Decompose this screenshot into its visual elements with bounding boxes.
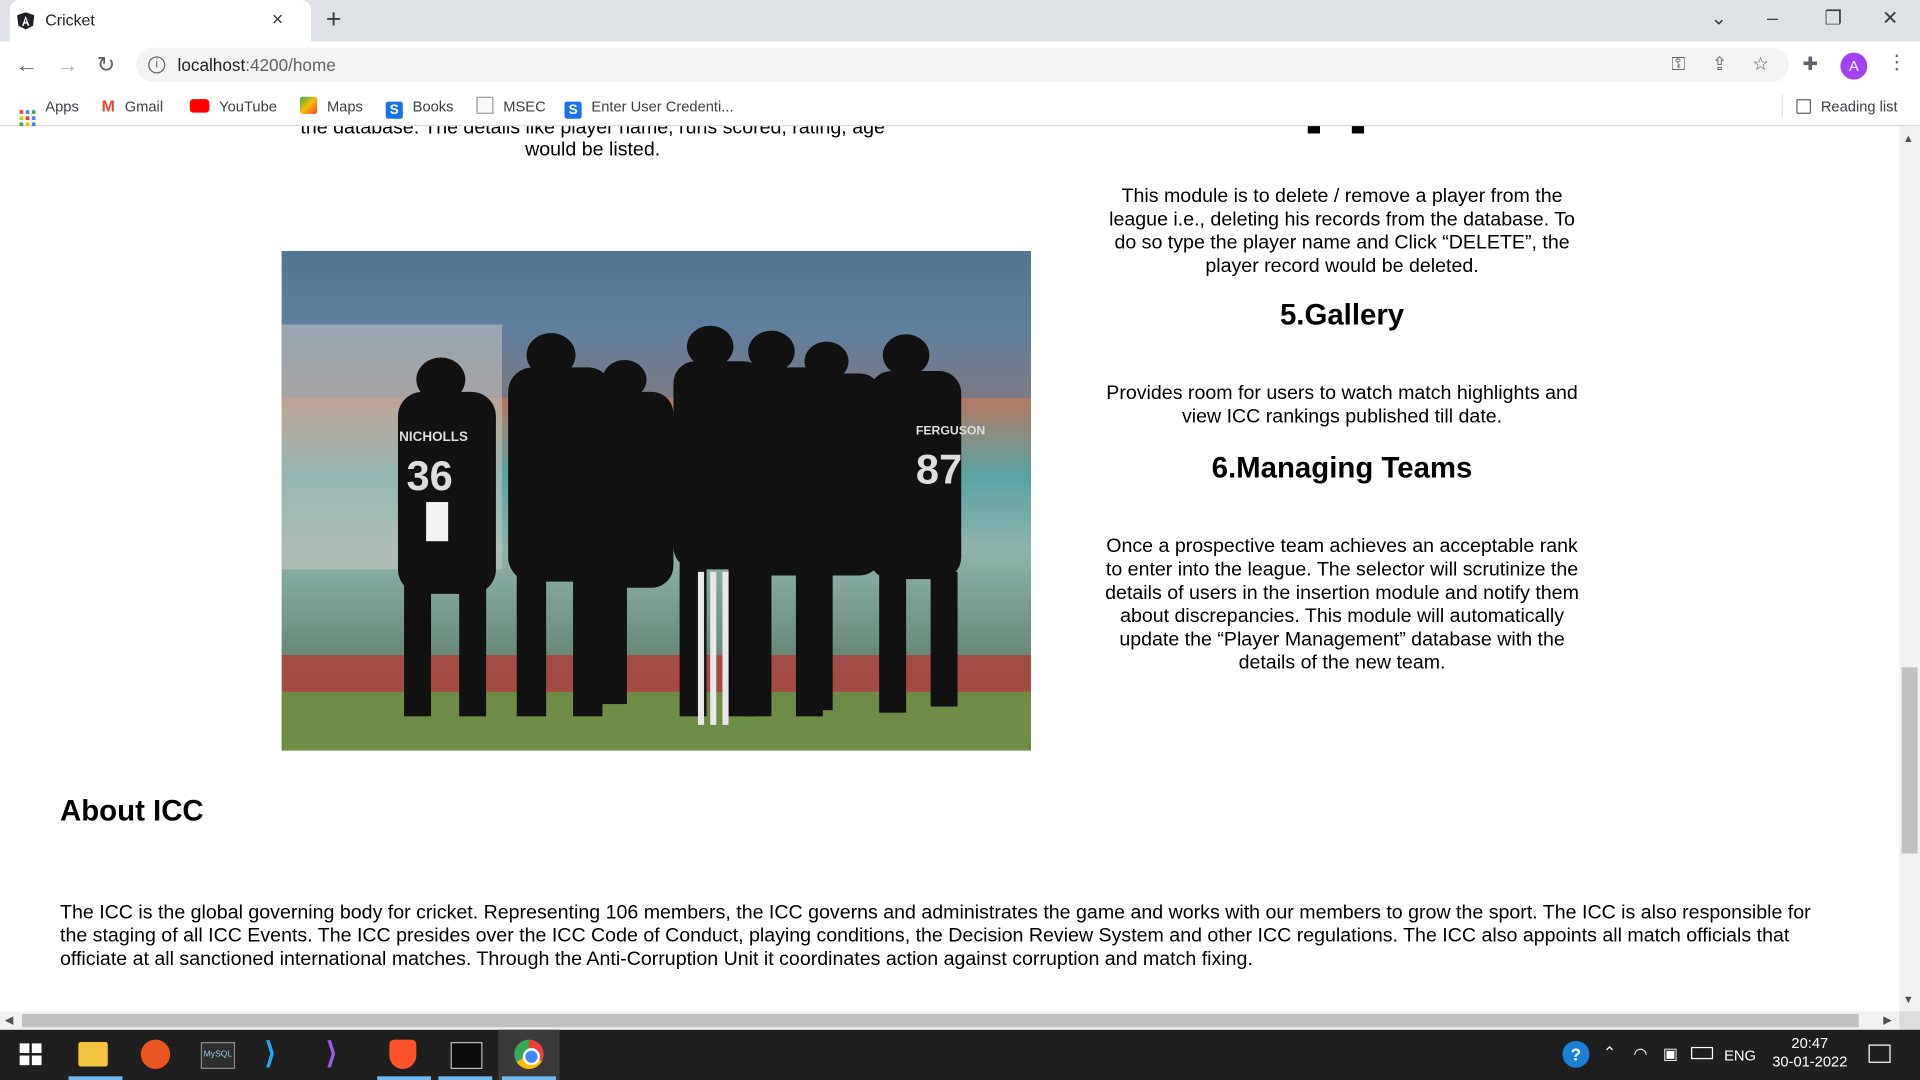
brave-active-indicator bbox=[377, 1076, 432, 1080]
key-icon[interactable]: ⚿ bbox=[1671, 54, 1685, 76]
cutoff-heading-fragment bbox=[1307, 126, 1321, 134]
scroll-left-arrow-icon[interactable]: ◀ bbox=[5, 1014, 13, 1026]
chrome-menu-icon[interactable]: ⋮ bbox=[1887, 51, 1907, 75]
tab-search-chevron-icon[interactable]: ⌄ bbox=[1711, 7, 1727, 31]
jersey-number-36: 36 bbox=[407, 452, 453, 499]
scroll-down-arrow-icon[interactable]: ▼ bbox=[1903, 993, 1914, 1005]
share-icon[interactable]: ⇪ bbox=[1712, 54, 1727, 76]
vertical-scroll-thumb[interactable] bbox=[1901, 667, 1918, 854]
clock-date: 30-01-2022 bbox=[1772, 1053, 1848, 1071]
ubuntu-icon[interactable] bbox=[140, 1039, 171, 1069]
terminal-active-indicator bbox=[438, 1076, 493, 1080]
horizontal-scroll-thumb[interactable] bbox=[22, 1013, 1859, 1028]
managing-teams-heading: 6.Managing Teams bbox=[1211, 451, 1473, 485]
bookmark-credentials-label[interactable]: S Enter User Credenti... bbox=[564, 97, 734, 119]
tab-close-icon[interactable]: × bbox=[272, 10, 283, 32]
visual-studio-icon[interactable]: ⟩ bbox=[326, 1039, 355, 1069]
vscode-icon[interactable]: ⟩ bbox=[264, 1039, 293, 1069]
mysql-workbench-icon[interactable]: MySQL bbox=[200, 1042, 236, 1069]
apps-grid-icon bbox=[19, 110, 36, 127]
reading-list-label[interactable]: Reading list bbox=[1796, 97, 1898, 117]
brave-browser-icon[interactable] bbox=[389, 1039, 417, 1069]
help-icon[interactable]: ? bbox=[1562, 1040, 1590, 1068]
reading-list-icon bbox=[1796, 99, 1812, 114]
bookmark-apps-label[interactable]: Apps bbox=[19, 97, 79, 127]
bookmark-msec-label[interactable]: MSEC bbox=[476, 96, 546, 117]
file-explorer-active-indicator bbox=[68, 1076, 123, 1080]
bookmark-maps-label[interactable]: Maps bbox=[300, 96, 363, 117]
gallery-paragraph: Provides room for users to watch match h… bbox=[1106, 383, 1578, 428]
listing-paragraph-tail: would be listed. bbox=[525, 139, 661, 161]
battery-icon[interactable] bbox=[1691, 1046, 1714, 1060]
chrome-icon-center bbox=[522, 1048, 541, 1066]
file-explorer-icon[interactable] bbox=[78, 1042, 108, 1067]
youtube-icon bbox=[189, 99, 210, 113]
msec-page-icon bbox=[476, 96, 494, 114]
credentials-s-icon: S bbox=[564, 101, 582, 119]
chrome-active-indicator bbox=[502, 1076, 556, 1080]
reload-icon[interactable]: ↻ bbox=[97, 53, 115, 77]
wifi-icon[interactable]: ◠ bbox=[1633, 1044, 1647, 1064]
books-s-icon: S bbox=[385, 101, 403, 119]
profile-avatar[interactable]: A bbox=[1840, 52, 1868, 80]
bookmarks-divider-2 bbox=[1781, 94, 1783, 117]
forward-icon[interactable]: → bbox=[56, 53, 78, 77]
close-window-icon[interactable]: ✕ bbox=[1882, 7, 1898, 31]
language-indicator[interactable]: ENG bbox=[1724, 1047, 1756, 1064]
tray-chevron-up-icon[interactable]: ⌃ bbox=[1603, 1043, 1616, 1063]
address-bar[interactable] bbox=[135, 47, 1789, 83]
site-info-icon[interactable]: i bbox=[148, 56, 166, 74]
angular-favicon-icon bbox=[17, 12, 35, 30]
scrollbar-corner bbox=[1899, 1011, 1920, 1030]
new-tab-icon[interactable]: + bbox=[326, 6, 342, 33]
bookmark-books-label[interactable]: S Books bbox=[385, 97, 454, 119]
bookmarks-bar-cover bbox=[0, 88, 1920, 127]
gmail-icon: M bbox=[101, 96, 115, 116]
cricket-team-photo: NICHOLLS 36 FERGUSON 87 bbox=[281, 251, 1032, 751]
jersey-number-87: 87 bbox=[916, 446, 962, 493]
bookmarks-bar-border bbox=[0, 124, 1920, 127]
minimize-icon[interactable]: – bbox=[1767, 7, 1778, 31]
bookmark-star-icon[interactable]: ☆ bbox=[1752, 54, 1768, 76]
jersey-name-nicholls: NICHOLLS bbox=[399, 429, 468, 444]
delete-module-paragraph: This module is to delete / remove a play… bbox=[1109, 186, 1575, 277]
notifications-icon[interactable] bbox=[1868, 1044, 1891, 1063]
url-text[interactable]: localhost:4200/home bbox=[178, 55, 336, 75]
tab-title: Cricket bbox=[45, 11, 95, 30]
about-icc-paragraph: The ICC is the global governing body for… bbox=[60, 902, 1811, 970]
clock[interactable]: 20:47 30-01-2022 bbox=[1771, 1035, 1849, 1072]
restore-icon[interactable]: ❐ bbox=[1824, 7, 1842, 31]
clock-time: 20:47 bbox=[1791, 1034, 1829, 1052]
bookmark-youtube-label[interactable]: YouTube bbox=[189, 97, 277, 117]
scroll-right-arrow-icon[interactable]: ▶ bbox=[1883, 1014, 1891, 1026]
scroll-up-arrow-icon[interactable]: ▲ bbox=[1903, 132, 1914, 144]
windows-logo-icon bbox=[19, 1043, 42, 1066]
back-icon[interactable]: ← bbox=[16, 53, 38, 77]
cricket-team-photo-illustration: NICHOLLS 36 FERGUSON 87 bbox=[281, 251, 1032, 751]
extensions-puzzle-icon[interactable]: ✚ bbox=[1802, 54, 1817, 76]
managing-teams-paragraph: Once a prospective team achieves an acce… bbox=[1105, 536, 1579, 674]
about-icc-heading: About ICC bbox=[60, 794, 204, 828]
maps-icon bbox=[300, 96, 318, 114]
bookmark-gmail-label[interactable]: M Gmail bbox=[102, 97, 163, 117]
jersey-name-ferguson: FERGUSON bbox=[916, 424, 985, 438]
windows-start-icon[interactable] bbox=[19, 1043, 42, 1066]
gallery-heading: 5.Gallery bbox=[1279, 298, 1405, 332]
vertical-scrollbar[interactable] bbox=[1899, 126, 1920, 1012]
terminal-icon[interactable] bbox=[450, 1042, 483, 1069]
cutoff-heading-fragment-2 bbox=[1351, 126, 1365, 134]
projector-icon[interactable]: ▣ bbox=[1663, 1044, 1678, 1064]
